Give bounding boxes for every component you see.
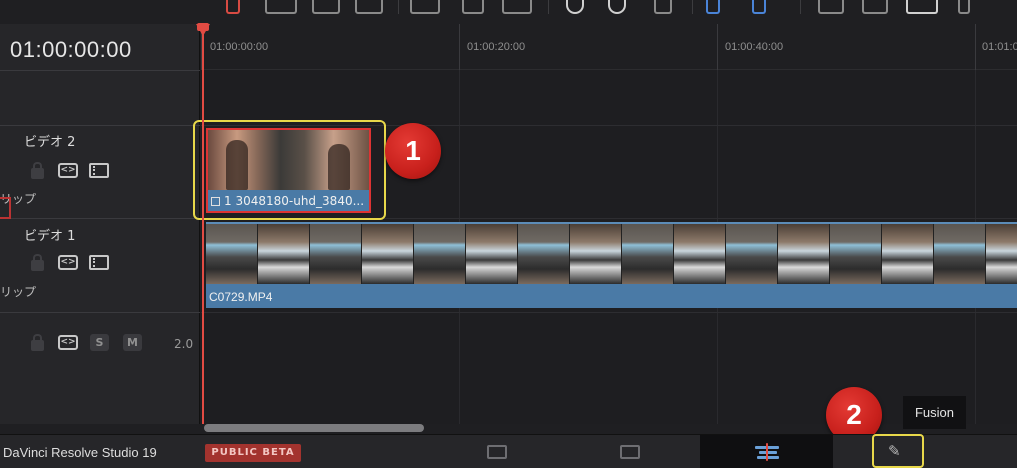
ruler-tick-label: 01:00:20:00 bbox=[467, 41, 526, 53]
toolbar-separator bbox=[398, 0, 399, 14]
playhead-marker-icon[interactable] bbox=[196, 24, 210, 36]
annotation-badge-1: 1 bbox=[385, 123, 441, 179]
clip-video-1[interactable]: C0729.MP4 bbox=[206, 222, 1017, 308]
clip-filmstrip bbox=[206, 224, 1017, 284]
marker-dropdown-icon[interactable] bbox=[752, 0, 766, 14]
trim-icon[interactable] bbox=[410, 0, 440, 14]
audio-volume: 2.0 bbox=[174, 337, 194, 351]
mute-button[interactable]: M bbox=[123, 334, 142, 351]
track-header-panel: 01:00:00:00 ビデオ 2 <> リップ ビデオ 1 <> リップ <>… bbox=[0, 24, 200, 424]
toolbar-separator bbox=[692, 0, 693, 14]
ripple-delete-icon[interactable] bbox=[502, 0, 532, 14]
link-icon[interactable] bbox=[566, 0, 584, 14]
auto-select-icon[interactable]: <> bbox=[58, 335, 78, 350]
snap-icon[interactable] bbox=[608, 0, 626, 14]
lock-icon[interactable] bbox=[31, 254, 44, 271]
timecode-display[interactable]: 01:00:00:00 bbox=[10, 37, 132, 63]
cut-page-icon[interactable] bbox=[620, 445, 640, 459]
app-name: DaVinci Resolve Studio 19 bbox=[3, 445, 157, 460]
lock-tool-icon[interactable] bbox=[654, 0, 672, 14]
insert-clip-icon[interactable] bbox=[265, 0, 297, 14]
toolbar-separator bbox=[548, 0, 549, 14]
divider bbox=[0, 312, 200, 313]
lock-icon[interactable] bbox=[31, 334, 44, 351]
track-name-v2[interactable]: ビデオ 2 bbox=[24, 131, 75, 150]
ruler-tick-label: 01:00:40:00 bbox=[725, 41, 784, 53]
overwrite-clip-icon[interactable] bbox=[312, 0, 340, 14]
divider bbox=[0, 70, 200, 71]
zoom-detail-icon[interactable] bbox=[862, 0, 888, 14]
divider bbox=[0, 125, 200, 126]
auto-select-icon[interactable]: <> bbox=[58, 163, 78, 178]
ruler-tick bbox=[459, 24, 460, 70]
lock-icon[interactable] bbox=[31, 162, 44, 179]
marker-icon[interactable] bbox=[706, 0, 720, 14]
more-icon[interactable] bbox=[958, 0, 970, 14]
zoom-custom-icon[interactable] bbox=[906, 0, 938, 14]
fusion-tooltip: Fusion bbox=[903, 396, 966, 429]
ruler-tick bbox=[717, 24, 718, 70]
solo-button[interactable]: S bbox=[90, 334, 109, 351]
fusion-page-icon[interactable]: ✎ bbox=[888, 442, 910, 460]
ruler-tick-label: 01:00:00:00 bbox=[210, 41, 269, 53]
auto-select-icon[interactable]: <> bbox=[58, 255, 78, 270]
zoom-full-icon[interactable] bbox=[818, 0, 844, 14]
divider bbox=[0, 218, 200, 219]
disable-video-icon[interactable] bbox=[89, 255, 109, 270]
timeline-scrollbar[interactable] bbox=[204, 424, 424, 432]
edit-toolbar bbox=[0, 0, 1017, 24]
flag-icon[interactable] bbox=[226, 0, 240, 14]
playhead[interactable] bbox=[202, 24, 204, 424]
track-color-marker bbox=[0, 197, 11, 219]
ruler-tick bbox=[975, 24, 976, 70]
highlight-box-clip bbox=[193, 120, 386, 220]
ruler-tick-label: 01:01:0 bbox=[982, 41, 1017, 53]
replace-clip-icon[interactable] bbox=[355, 0, 383, 14]
track-name-v1[interactable]: ビデオ 1 bbox=[24, 225, 75, 244]
media-page-icon[interactable] bbox=[487, 445, 507, 459]
timeline-ruler[interactable]: 01:00:00:00 01:00:20:00 01:00:40:00 01:0… bbox=[201, 24, 1017, 70]
timeline[interactable]: 01:00:00:00 01:00:20:00 01:00:40:00 01:0… bbox=[193, 24, 1017, 424]
clip-count-label: リップ bbox=[0, 285, 37, 299]
clip-name: C0729.MP4 bbox=[209, 290, 273, 304]
public-beta-badge: PUBLIC BETA bbox=[205, 444, 301, 462]
toolbar-separator bbox=[800, 0, 801, 14]
lift-icon[interactable] bbox=[462, 0, 484, 14]
edit-page-icon[interactable] bbox=[755, 443, 779, 461]
track-divider bbox=[201, 312, 1017, 313]
disable-video-icon[interactable] bbox=[89, 163, 109, 178]
page-navigation-bar: DaVinci Resolve Studio 19 PUBLIC BETA bbox=[0, 434, 1017, 468]
